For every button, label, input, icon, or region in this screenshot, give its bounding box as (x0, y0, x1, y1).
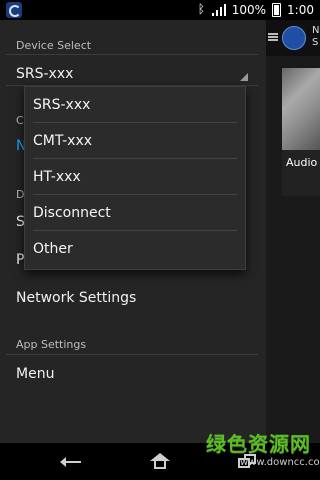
app-logo-icon (282, 26, 306, 50)
back-icon[interactable] (60, 457, 82, 467)
device-select-spinner[interactable]: SRS-xxx (16, 66, 73, 82)
dropdown-item-other[interactable]: Other (25, 231, 245, 267)
main-content-panel: N S Audio (266, 20, 320, 443)
right-panel-title: N S (312, 25, 319, 49)
home-icon[interactable] (150, 453, 170, 469)
device-select-header: Device Select (16, 39, 92, 52)
spinner-triangle-icon[interactable] (240, 73, 248, 81)
audio-card-label: Audio (286, 156, 318, 169)
dropdown-item-cmt[interactable]: CMT-xxx (25, 123, 245, 159)
battery-icon (272, 3, 282, 17)
right-title-line2: S (312, 37, 319, 48)
drawer-item-network-settings[interactable]: Network Settings (16, 290, 136, 306)
menu-icon[interactable] (268, 32, 278, 42)
audio-card-image (282, 68, 320, 150)
right-title-line1: N (312, 25, 320, 36)
app-settings-header: App Settings (16, 338, 87, 351)
right-panel-header: N S (266, 20, 320, 56)
system-navigation-bar (0, 443, 320, 480)
drawer-item-menu[interactable]: Menu (16, 366, 54, 382)
recent-apps-icon[interactable] (238, 454, 258, 470)
status-bar: 100% 1:00 (0, 0, 320, 20)
dropdown-item-srs[interactable]: SRS-xxx (25, 87, 245, 123)
bluetooth-icon (198, 2, 206, 16)
device-dropdown-menu: SRS-xxx CMT-xxx HT-xxx Disconnect Other (24, 86, 246, 270)
signal-icon (211, 4, 226, 16)
dropdown-item-ht[interactable]: HT-xxx (25, 159, 245, 195)
battery-percentage: 100% (231, 3, 267, 17)
dropdown-item-disconnect[interactable]: Disconnect (25, 195, 245, 231)
app-notification-icon (6, 2, 22, 18)
audio-card[interactable]: Audio (282, 68, 320, 196)
section-header-hidden: C (16, 114, 24, 127)
divider (6, 354, 258, 355)
divider (6, 54, 258, 55)
clock: 1:00 (287, 3, 314, 17)
status-indicators: 100% 1:00 (198, 0, 314, 20)
